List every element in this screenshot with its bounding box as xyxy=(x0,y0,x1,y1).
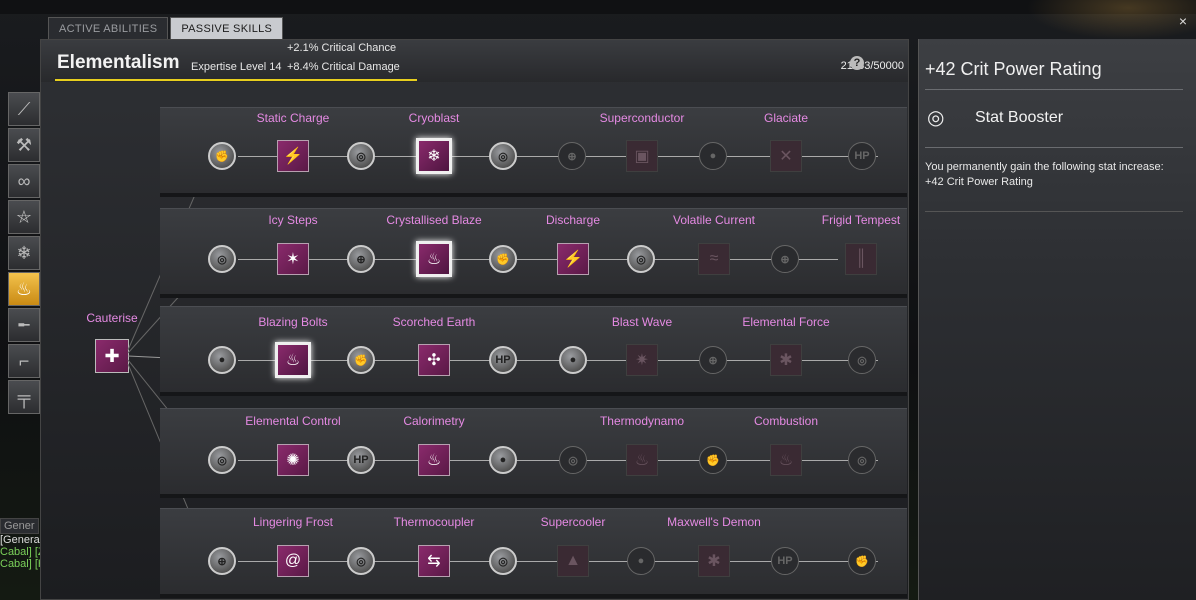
plus-node[interactable]: ⊕ xyxy=(208,547,236,575)
hp-node[interactable]: HP xyxy=(489,346,517,374)
skill-label: Thermodynamo xyxy=(599,414,685,428)
fist-node[interactable]: ✊ xyxy=(848,547,876,575)
chat-line: Cabal] [Hiroi]: that's the first i d xyxy=(0,558,40,570)
skill-label: Scorched Earth xyxy=(392,315,476,329)
info-subtitle: Stat Booster xyxy=(975,109,1064,126)
description-line: +42 Crit Power Rating xyxy=(925,176,1033,188)
skill-label: Discharge xyxy=(545,213,601,227)
skill-label: Icy Steps xyxy=(268,213,318,227)
skill-label: Frigid Tempest xyxy=(821,213,901,227)
skill-frigid-tempest[interactable]: ║ xyxy=(845,243,877,275)
skill-label: Elemental Control xyxy=(245,414,341,428)
skill-supercooler[interactable]: ▲ xyxy=(557,545,589,577)
divider xyxy=(925,89,1183,90)
bonus-crit-damage: +8.4% Critical Damage xyxy=(287,61,400,73)
chat-line: Cabal] [Zimashiel]: stop 3 i level xyxy=(0,546,40,558)
bonus-crit-chance: +2.1% Critical Chance xyxy=(287,42,397,54)
skill-label: Lingering Frost xyxy=(252,515,334,529)
description-line: You permanently gain the following stat … xyxy=(925,161,1164,173)
target-node[interactable]: ◎ xyxy=(347,142,375,170)
locked-node[interactable]: ● xyxy=(627,547,655,575)
background-glow xyxy=(1026,0,1196,40)
fist-node[interactable]: ✊ xyxy=(489,245,517,273)
hp-node[interactable]: HP xyxy=(347,446,375,474)
target-node[interactable]: ◎ xyxy=(208,245,236,273)
skill-label: Blazing Bolts xyxy=(258,315,328,329)
target-node[interactable]: ◎ xyxy=(627,245,655,273)
hp-node[interactable]: HP xyxy=(848,142,876,170)
chat-tab-general[interactable]: Gener xyxy=(0,518,39,534)
skill-label: Cryoblast xyxy=(408,111,460,125)
skill-label: Combustion xyxy=(753,414,819,428)
target-node[interactable]: ◎ xyxy=(489,142,517,170)
target-icon: ◎ xyxy=(927,107,945,129)
skill-thermodynamo[interactable]: ♨ xyxy=(626,444,658,476)
skill-label: Maxwell's Demon xyxy=(667,515,761,529)
target-node[interactable]: ◎ xyxy=(489,547,517,575)
divider xyxy=(925,147,1183,148)
fist-node[interactable]: ✊ xyxy=(347,346,375,374)
info-description: You permanently gain the following stat … xyxy=(925,160,1187,190)
skill-discharge[interactable]: ⚡ xyxy=(557,243,589,275)
skill-label: Crystallised Blaze xyxy=(386,213,482,227)
fist-node[interactable]: ✊ xyxy=(208,142,236,170)
skill-volatile-current[interactable]: ≈ xyxy=(698,243,730,275)
target-node[interactable]: ◎ xyxy=(347,547,375,575)
skill-label: Glaciate xyxy=(763,111,809,125)
connector-line xyxy=(238,259,838,260)
skill-label: Thermocoupler xyxy=(393,515,475,529)
hp-node[interactable]: HP xyxy=(771,547,799,575)
skill-info-panel: +42 Crit Power Rating ◎ Stat Booster You… xyxy=(918,39,1196,600)
skill-combustion[interactable]: ♨ xyxy=(770,444,802,476)
target-node[interactable]: ◎ xyxy=(208,446,236,474)
skill-blast-wave[interactable]: ✷ xyxy=(626,344,658,376)
skill-cryoblast[interactable]: ❄ xyxy=(416,138,452,174)
locked-node[interactable]: ⊕ xyxy=(771,245,799,273)
target-node[interactable]: ◎ xyxy=(848,446,876,474)
skill-static-charge[interactable]: ⚡ xyxy=(277,140,309,172)
plus-node[interactable]: ⊕ xyxy=(347,245,375,273)
skill-calorimetry[interactable]: ♨ xyxy=(418,444,450,476)
skill-icy-steps[interactable]: ✶ xyxy=(277,243,309,275)
skill-superconductor[interactable]: ▣ xyxy=(626,140,658,172)
fist-node[interactable]: ✊ xyxy=(699,446,727,474)
skill-lingering-frost[interactable]: @ xyxy=(277,545,309,577)
locked-node[interactable]: ⊕ xyxy=(558,142,586,170)
skill-label: Supercooler xyxy=(540,515,606,529)
grenade-node[interactable]: ● xyxy=(559,346,587,374)
chat-line: [General] [Gorefists]: I can only ass xyxy=(0,534,40,546)
grenade-node[interactable]: ● xyxy=(489,446,517,474)
skill-label: Superconductor xyxy=(599,111,685,125)
skill-glaciate[interactable]: ✕ xyxy=(770,140,802,172)
info-title: +42 Crit Power Rating xyxy=(925,59,1102,79)
chat-window: Gener [General] [Gorefists]: I can only … xyxy=(0,518,40,600)
skill-maxwells-demon[interactable]: ✱ xyxy=(698,545,730,577)
locked-node[interactable]: ● xyxy=(699,142,727,170)
help-icon[interactable]: ? xyxy=(850,56,864,70)
skill-elemental-control[interactable]: ✺ xyxy=(277,444,309,476)
locked-node[interactable]: ⊕ xyxy=(699,346,727,374)
target-node[interactable]: ◎ xyxy=(848,346,876,374)
skill-blazing-bolts[interactable]: ♨ xyxy=(275,342,311,378)
skill-label: Elemental Force xyxy=(742,315,830,329)
skill-label: Blast Wave xyxy=(611,315,673,329)
target-node[interactable]: ◎ xyxy=(559,446,587,474)
close-icon[interactable]: × xyxy=(1176,14,1190,28)
skill-thermocoupler[interactable]: ⇆ xyxy=(418,545,450,577)
skill-label: Calorimetry xyxy=(403,414,465,428)
skill-label: Volatile Current xyxy=(672,213,756,227)
skill-crystallised-blaze[interactable]: ♨ xyxy=(416,241,452,277)
divider xyxy=(925,211,1183,212)
skill-label: Static Charge xyxy=(256,111,330,125)
skill-elemental-force[interactable]: ✱ xyxy=(770,344,802,376)
grenade-node[interactable]: ● xyxy=(208,346,236,374)
skill-scorched-earth[interactable]: ✣ xyxy=(418,344,450,376)
